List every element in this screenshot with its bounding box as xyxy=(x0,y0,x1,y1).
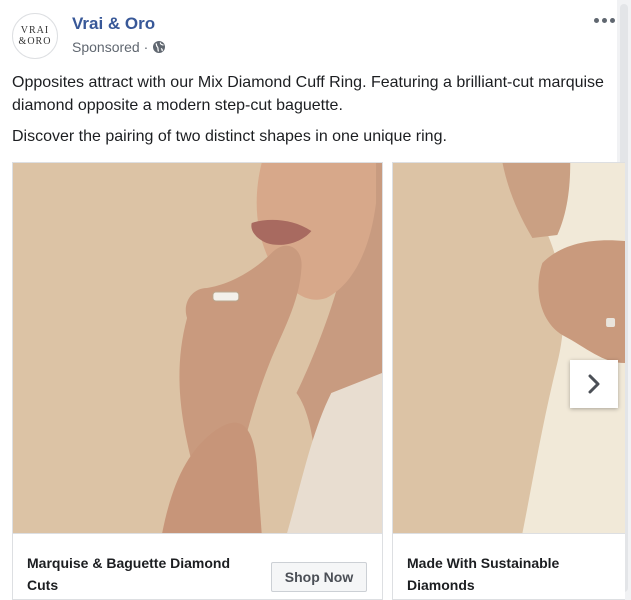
card-2-title[interactable]: Made With Sustainable Diamonds xyxy=(407,552,607,596)
carousel-card-1[interactable]: Marquise & Baguette Diamond Cuts Shop No… xyxy=(12,162,383,600)
shop-now-button[interactable]: Shop Now xyxy=(271,562,367,592)
globe-icon[interactable] xyxy=(152,40,166,54)
post-meta: Sponsored · xyxy=(72,39,166,55)
page-avatar[interactable]: VRAI &ORO xyxy=(12,13,58,59)
card-2-photo[interactable] xyxy=(393,163,625,533)
post-body-subtext: Discover the pairing of two distinct sha… xyxy=(12,128,447,145)
post-header: VRAI &ORO Vrai & Oro Sponsored · xyxy=(12,10,615,60)
avatar-text-line2: &ORO xyxy=(18,36,52,47)
chevron-right-icon xyxy=(588,374,600,394)
carousel-next-button[interactable] xyxy=(570,360,618,408)
card-2-footer: Made With Sustainable Diamonds xyxy=(393,533,625,599)
avatar-text-line1: VRAI xyxy=(20,25,50,36)
post-body-text: Opposites attract with our Mix Diamond C… xyxy=(12,74,604,114)
sponsored-label[interactable]: Sponsored · xyxy=(72,39,148,55)
more-options-icon[interactable] xyxy=(590,10,618,30)
card-1-footer: Marquise & Baguette Diamond Cuts Shop No… xyxy=(13,533,382,599)
card-1-title[interactable]: Marquise & Baguette Diamond Cuts xyxy=(27,552,257,596)
page-name-link[interactable]: Vrai & Oro xyxy=(72,14,155,34)
card-1-photo[interactable] xyxy=(13,163,382,533)
